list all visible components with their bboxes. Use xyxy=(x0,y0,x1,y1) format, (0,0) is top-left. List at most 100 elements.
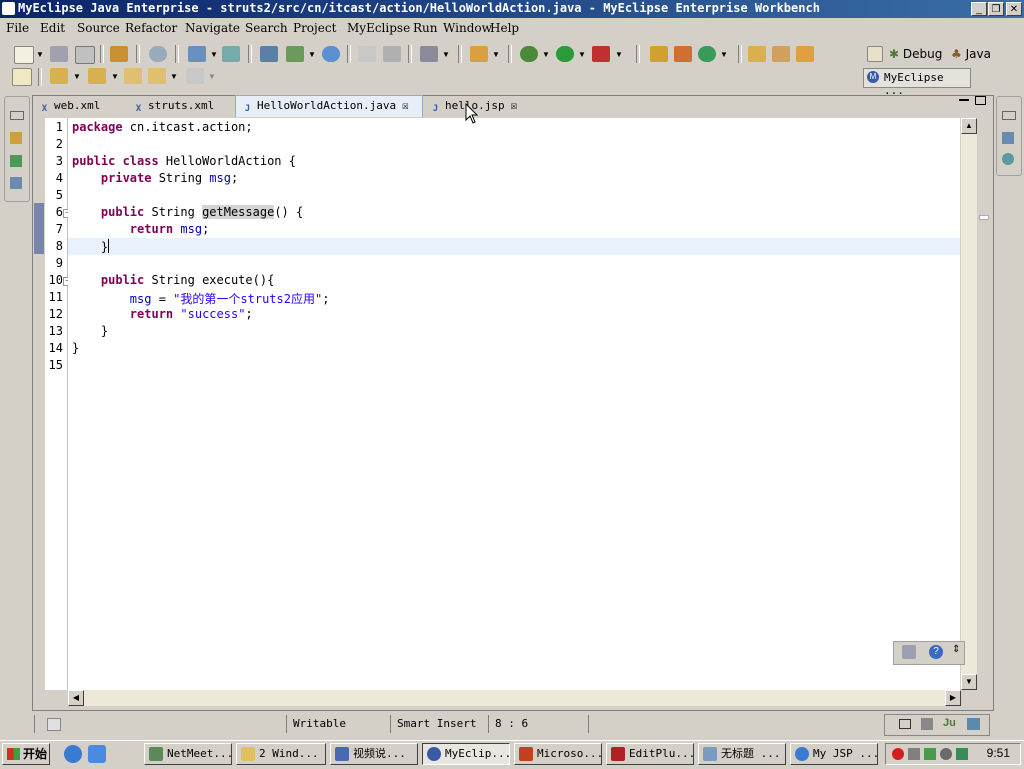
chevron-down-icon[interactable]: ▼ xyxy=(308,50,316,59)
perspective-debug[interactable]: ✱ Debug xyxy=(889,47,942,61)
perspective-myeclipse[interactable]: M MyEclipse ... xyxy=(863,68,971,97)
chevron-down-icon[interactable]: ▼ xyxy=(111,72,119,81)
restore-button[interactable]: ❐ xyxy=(988,2,1004,16)
chevron-down-icon[interactable]: ▼ xyxy=(170,72,178,81)
minimize-view-icon[interactable] xyxy=(959,99,969,101)
next-annotation-icon[interactable] xyxy=(50,68,68,84)
security-icon[interactable] xyxy=(956,748,968,760)
save-icon[interactable] xyxy=(50,46,68,62)
outline-view-icon[interactable] xyxy=(1002,132,1014,144)
debug-icon[interactable] xyxy=(520,46,538,62)
tab-helloworldaction-java[interactable]: J HelloWorldAction.java ☒ xyxy=(235,95,423,117)
new-package-icon[interactable] xyxy=(674,46,692,62)
quicklaunch-icon[interactable] xyxy=(88,745,106,763)
menu-search[interactable]: Search xyxy=(245,21,288,35)
menu-source[interactable]: Source xyxy=(77,21,120,35)
restore-icon[interactable] xyxy=(1002,111,1016,120)
server-icon[interactable] xyxy=(149,46,167,62)
database-icon[interactable] xyxy=(260,46,278,62)
chevron-down-icon[interactable]: ▼ xyxy=(720,50,728,59)
record-icon[interactable] xyxy=(892,748,904,760)
open-type-icon[interactable] xyxy=(748,46,766,62)
menu-edit[interactable]: Edit xyxy=(40,21,65,35)
new-class-icon[interactable] xyxy=(698,46,716,62)
close-icon[interactable]: ☒ xyxy=(511,96,518,116)
toggle-mark-occurrences-icon[interactable] xyxy=(12,68,32,86)
build-icon[interactable] xyxy=(470,46,488,62)
taskbar-item-myeclipse[interactable]: MyEclip... xyxy=(422,743,510,765)
tray-app-icon[interactable] xyxy=(908,748,920,760)
scroll-up-icon[interactable]: ▲ xyxy=(961,118,977,134)
taskbar-item-my-jsp[interactable]: My JSP ... xyxy=(790,743,878,765)
taskbar-item-netmeeting[interactable]: NetMeet... xyxy=(144,743,232,765)
globe-icon[interactable] xyxy=(322,46,340,62)
close-button[interactable]: ✕ xyxy=(1006,2,1022,16)
volume-icon[interactable] xyxy=(940,748,952,760)
shelf-icon[interactable] xyxy=(902,645,916,659)
menu-project[interactable]: Project xyxy=(293,21,336,35)
chevron-down-icon[interactable]: ▼ xyxy=(36,50,44,59)
tab-struts-xml[interactable]: Xstruts.xml xyxy=(127,96,233,116)
external-tools-icon[interactable] xyxy=(592,46,610,62)
tasks-icon[interactable] xyxy=(1002,153,1014,165)
scroll-left-icon[interactable]: ◀ xyxy=(68,690,84,706)
tab-web-xml[interactable]: Xweb.xml xyxy=(33,96,125,116)
expand-collapse-icon[interactable]: ⇕ xyxy=(952,644,960,655)
menu-run[interactable]: Run xyxy=(413,21,438,35)
code-editor[interactable]: package cn.itcast.action; public class H… xyxy=(68,118,960,690)
chevron-down-icon[interactable]: ▼ xyxy=(542,50,550,59)
overview-marker[interactable] xyxy=(979,215,989,220)
restore-icon[interactable] xyxy=(899,719,911,729)
package-icon[interactable] xyxy=(110,46,128,62)
horizontal-scrollbar[interactable]: ◀ ▶ xyxy=(68,690,961,706)
search-icon[interactable] xyxy=(772,46,790,62)
taskbar-item-editplus[interactable]: EditPlu... xyxy=(606,743,694,765)
menu-file[interactable]: File xyxy=(6,21,29,35)
forward-icon[interactable] xyxy=(186,68,204,84)
deploy-icon[interactable] xyxy=(222,46,240,62)
chevron-down-icon[interactable]: ▼ xyxy=(578,50,586,59)
open-folder-icon[interactable] xyxy=(796,46,814,62)
console-icon[interactable] xyxy=(921,718,933,730)
scroll-right-icon[interactable]: ▶ xyxy=(945,690,961,706)
taskbar-item-windows[interactable]: 2 Wind... xyxy=(236,743,326,765)
back-icon[interactable] xyxy=(148,68,166,84)
hierarchy-icon[interactable] xyxy=(10,155,22,167)
menu-help[interactable]: Help xyxy=(490,21,519,35)
close-icon[interactable]: ☒ xyxy=(402,96,409,116)
scroll-down-icon[interactable]: ▼ xyxy=(961,674,977,690)
chevron-down-icon[interactable]: ▼ xyxy=(73,72,81,81)
ie-quicklaunch-icon[interactable] xyxy=(64,745,82,763)
run-icon[interactable] xyxy=(556,46,574,62)
minimize-button[interactable]: _ xyxy=(971,2,987,16)
last-edit-location-icon[interactable] xyxy=(124,68,142,84)
open-perspective-icon[interactable] xyxy=(867,46,883,62)
chevron-down-icon[interactable]: ▼ xyxy=(442,50,450,59)
chevron-down-icon[interactable]: ▼ xyxy=(208,72,216,81)
chevron-down-icon[interactable]: ▼ xyxy=(615,50,623,59)
menu-myeclipse[interactable]: MyEclipse xyxy=(347,21,410,35)
fast-view-icon[interactable] xyxy=(47,718,61,731)
package-explorer-icon[interactable] xyxy=(10,132,22,144)
taskbar-item-notepad[interactable]: 无标题 ... xyxy=(698,743,786,765)
report-icon[interactable] xyxy=(358,46,376,62)
print-icon[interactable] xyxy=(75,46,95,64)
help-icon[interactable]: ? xyxy=(929,645,943,659)
restore-icon[interactable] xyxy=(10,111,24,120)
outline-icon[interactable] xyxy=(10,177,22,189)
taskbar-item-video[interactable]: 视频说... xyxy=(330,743,418,765)
junit-icon[interactable]: Ju xyxy=(943,717,956,729)
chevron-down-icon[interactable]: ▼ xyxy=(210,50,218,59)
menu-window[interactable]: Window xyxy=(443,21,492,35)
chevron-down-icon[interactable]: ▼ xyxy=(492,50,500,59)
servers-icon[interactable] xyxy=(967,718,980,730)
vertical-scrollbar[interactable]: ▲ ▼ xyxy=(961,118,977,690)
previous-annotation-icon[interactable] xyxy=(88,68,106,84)
maximize-view-icon[interactable] xyxy=(975,96,986,105)
refresh-icon[interactable] xyxy=(383,46,401,62)
taskbar-item-microsoft[interactable]: Microso... xyxy=(514,743,602,765)
run-config-icon[interactable] xyxy=(286,46,304,62)
new-java-project-icon[interactable] xyxy=(650,46,668,62)
camera-icon[interactable] xyxy=(420,46,438,62)
start-button[interactable]: 开始 xyxy=(2,743,50,765)
